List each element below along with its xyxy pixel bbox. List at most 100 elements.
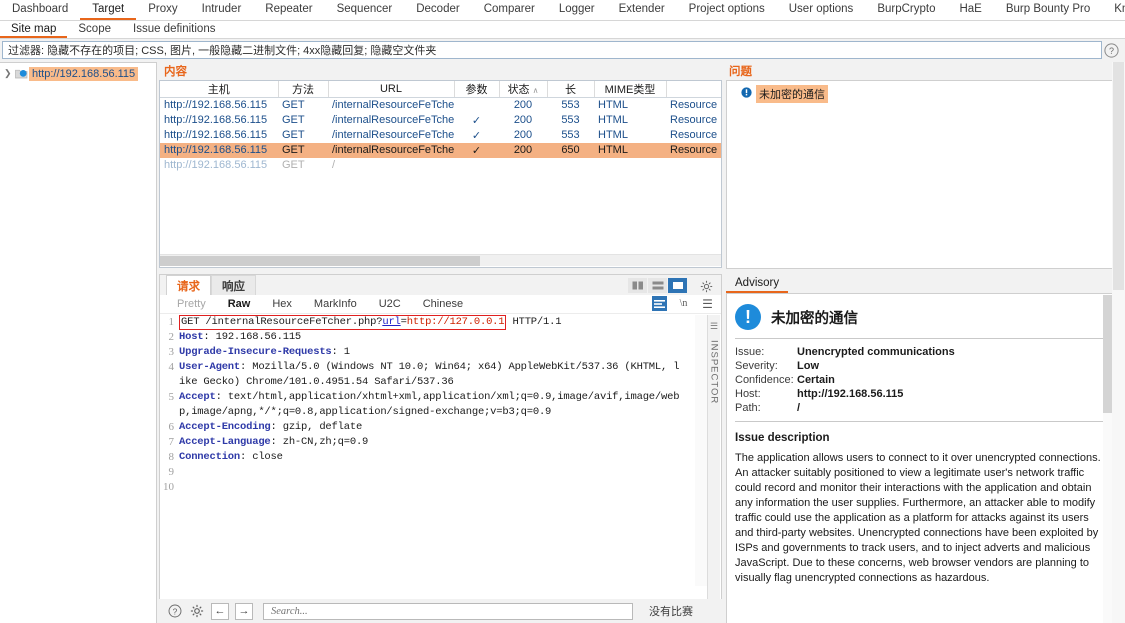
format-button-hex[interactable]: Hex	[261, 298, 303, 310]
column-header-MIME类型[interactable]: MIME类型	[594, 81, 667, 98]
advisory-detail-row: Issue: Unencrypted communications	[735, 345, 1107, 359]
advisory-header: ! 未加密的通信	[727, 294, 1115, 338]
main-tab-sequencer[interactable]: Sequencer	[325, 0, 405, 20]
column-header-主机[interactable]: 主机	[160, 81, 279, 98]
column-header-blank[interactable]	[666, 81, 721, 98]
scrollbar-thumb[interactable]	[1113, 62, 1124, 290]
column-header-label: MIME类型	[604, 84, 656, 96]
code-text: Accept: text/html,application/xhtml+xml,…	[179, 390, 688, 420]
line-number: 4	[168, 361, 175, 373]
sub-tab-site-map[interactable]: Site map	[0, 21, 68, 38]
main-tab-logger[interactable]: Logger	[547, 0, 607, 20]
window-vertical-scrollbar[interactable]	[1112, 62, 1125, 623]
site-map-tree[interactable]: ❯ http://192.168.56.115	[0, 62, 157, 623]
table-row[interactable]: http://192.168.56.115 GET/internalResourc…	[160, 113, 721, 128]
word-wrap-icon[interactable]	[652, 296, 667, 311]
main-tab-repeater[interactable]: Repeater	[253, 0, 324, 20]
table-row[interactable]: http://192.168.56.115 GET/internalResourc…	[160, 98, 721, 113]
main-tab-extender[interactable]: Extender	[607, 0, 677, 20]
list-item[interactable]: 未加密的通信	[727, 81, 1115, 103]
help-circle-icon[interactable]: ?	[167, 603, 183, 619]
sub-tab-issue-definitions[interactable]: Issue definitions	[122, 21, 226, 38]
arrow-left-icon[interactable]: ←	[211, 602, 229, 620]
column-header-参数[interactable]: 参数	[454, 81, 500, 98]
cell-status: 200	[513, 129, 533, 141]
column-header-状态[interactable]: 状态 ∧	[499, 81, 548, 98]
main-tab-dashboard[interactable]: Dashboard	[0, 0, 80, 20]
tree-node-label[interactable]: http://192.168.56.115	[29, 66, 139, 81]
split-vertical-view-button[interactable]	[628, 278, 647, 293]
arrow-right-icon[interactable]: →	[235, 602, 253, 620]
advisory-detail-row: Severity: Low	[735, 359, 1107, 373]
main-tab-comparer[interactable]: Comparer	[472, 0, 547, 20]
main-tab-user-options[interactable]: User options	[777, 0, 866, 20]
split-horizontal-view-button[interactable]	[648, 278, 667, 293]
header-name: Upgrade-Insecure-Requests	[179, 346, 332, 358]
inspector-panel[interactable]: ☰ INSPECTOR	[707, 315, 720, 623]
main-tab-knife[interactable]: Knife	[1102, 0, 1125, 20]
main-tab-decoder[interactable]: Decoder	[404, 0, 471, 20]
main-tab-target[interactable]: Target	[80, 0, 137, 20]
help-circle-icon[interactable]: ?	[1102, 41, 1120, 59]
header-value: Mozilla/5.0 (Windows NT 10.0; Win64; x64…	[179, 361, 680, 388]
menu-icon[interactable]: ☰	[700, 296, 715, 311]
cell-url: /	[332, 159, 336, 171]
gear-icon[interactable]	[697, 278, 715, 294]
column-header-长[interactable]: 长	[547, 81, 595, 98]
advisory-detail-value: http://192.168.56.115	[797, 388, 904, 400]
newline-icon[interactable]: \n	[676, 296, 691, 311]
scrollbar-thumb[interactable]	[160, 256, 480, 266]
cell-mime: HTML	[598, 99, 628, 112]
gear-icon[interactable]	[189, 603, 205, 619]
advisory-detail-row: Host: http://192.168.56.115	[735, 387, 1107, 401]
cell-length: 553	[561, 99, 580, 112]
advisory-tab-bar: Advisory	[726, 274, 789, 293]
editor-tab-response[interactable]: 响应	[211, 275, 256, 296]
search-input-wrapper[interactable]	[263, 602, 633, 620]
code-text: Upgrade-Insecure-Requests: 1	[179, 345, 688, 360]
filter-bar[interactable]: 过滤器: 隐藏不存在的项目; CSS, 图片, 一般隐藏二进制文件; 4xx隐藏…	[2, 41, 1102, 59]
column-header-URL[interactable]: URL	[328, 81, 455, 98]
single-view-button[interactable]	[668, 278, 687, 293]
search-input[interactable]	[269, 604, 632, 618]
main-tab-proxy[interactable]: Proxy	[136, 0, 189, 20]
column-header-label: 方法	[292, 84, 314, 96]
format-button-u2c[interactable]: U2C	[368, 298, 412, 310]
cell-url: /internalResourceFeTche...	[332, 129, 454, 141]
format-button-raw[interactable]: Raw	[217, 298, 262, 310]
editor-tab-request[interactable]: 请求	[166, 275, 211, 296]
table-horizontal-scrollbar[interactable]	[160, 254, 721, 266]
table-row[interactable]: http://192.168.56.115 GET /	[160, 158, 721, 173]
issues-list[interactable]: 未加密的通信	[726, 80, 1116, 269]
column-header-方法[interactable]: 方法	[278, 81, 329, 98]
format-button-pretty[interactable]: Pretty	[166, 298, 217, 310]
cell-host: http://192.168.56.115	[160, 142, 278, 158]
main-tab-burpcrypto[interactable]: BurpCrypto	[865, 0, 947, 20]
sub-tab-scope[interactable]: Scope	[67, 21, 122, 38]
table-row[interactable]: http://192.168.56.115 GET/internalResourc…	[160, 142, 721, 158]
header-name: Accept-Language	[179, 436, 271, 448]
tab-advisory[interactable]: Advisory	[726, 276, 789, 293]
main-tab-intruder[interactable]: Intruder	[190, 0, 254, 20]
cell-method: GET	[278, 142, 328, 158]
main-tab-project-options[interactable]: Project options	[677, 0, 777, 20]
main-tab-burp-bounty-pro[interactable]: Burp Bounty Pro	[994, 0, 1102, 20]
main-tab-hae[interactable]: HaE	[947, 0, 993, 20]
filter-text: 过滤器: 隐藏不存在的项目; CSS, 图片, 一般隐藏二进制文件; 4xx隐藏…	[8, 45, 437, 57]
tree-node-host[interactable]: ❯ http://192.168.56.115	[0, 66, 156, 81]
info-exclamation-icon: !	[735, 304, 761, 330]
search-match-status: 没有比赛	[649, 606, 693, 618]
issue-label[interactable]: 未加密的通信	[756, 85, 828, 103]
table-row[interactable]: http://192.168.56.115 GET/internalResourc…	[160, 128, 721, 143]
line-number: 5	[168, 391, 175, 403]
advisory-detail-key: Issue:	[735, 346, 765, 358]
sitemap-table-container[interactable]: 主机 方法 URL 参数 状态 ∧ 长 MIME类型 http://192.168.56.11…	[159, 80, 722, 268]
header-value: 1	[337, 346, 350, 358]
request-code-view[interactable]: 1 GET /internalResourceFeTcher.php?url=ht…	[161, 315, 688, 586]
format-button-chinese[interactable]: Chinese	[412, 298, 474, 310]
panel-collapse-icon[interactable]: ☰	[710, 321, 718, 332]
format-button-markinfo[interactable]: MarkInfo	[303, 298, 368, 310]
chevron-right-icon[interactable]: ❯	[4, 69, 15, 78]
cell-status	[499, 158, 547, 173]
editor-vertical-scrollbar[interactable]	[695, 315, 707, 586]
